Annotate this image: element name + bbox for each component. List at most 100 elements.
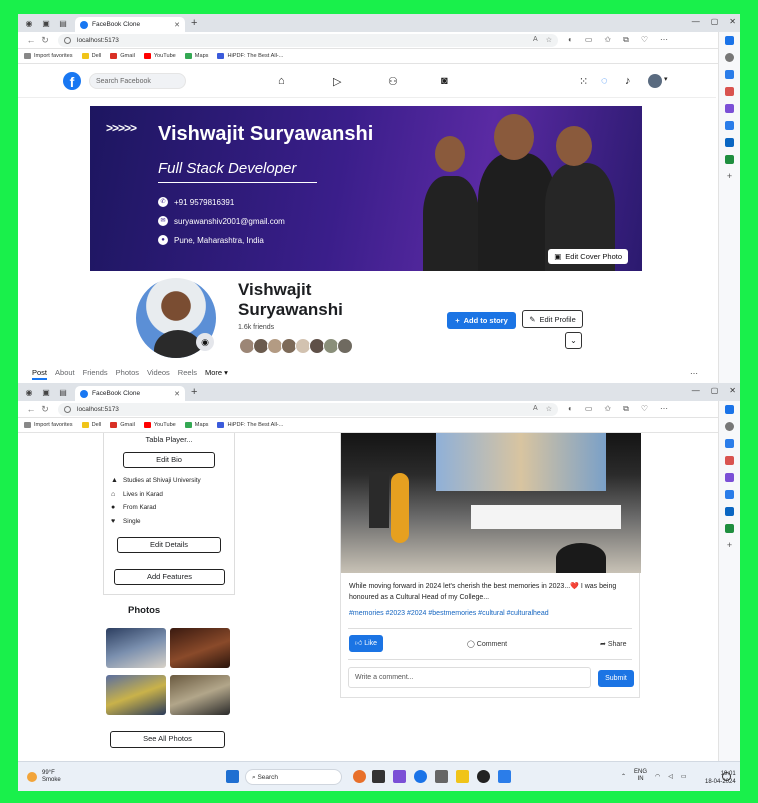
bookmark-item[interactable]: Gmail: [110, 422, 135, 428]
games-icon[interactable]: [725, 104, 734, 113]
tab-about[interactable]: About: [55, 368, 75, 380]
shopping-icon[interactable]: [725, 456, 734, 465]
bookmark-item[interactable]: YouTube: [143, 422, 176, 428]
tab-photos[interactable]: Photos: [116, 368, 139, 380]
split-screen-icon[interactable]: ▭: [585, 35, 593, 45]
comment-input[interactable]: Write a comment...: [348, 667, 591, 688]
photo-thumbnail[interactable]: [106, 675, 166, 715]
tab-friends[interactable]: Friends: [83, 368, 108, 380]
photo-thumbnail[interactable]: [106, 628, 166, 668]
teams-icon[interactable]: [393, 770, 406, 783]
tab-more[interactable]: More ▾: [205, 368, 228, 380]
post-image[interactable]: [341, 433, 641, 573]
vscode-icon[interactable]: [498, 770, 511, 783]
profile-more-dropdown[interactable]: ⌄: [565, 332, 582, 349]
split-screen-icon[interactable]: ▭: [585, 404, 593, 414]
games-icon[interactable]: [725, 473, 734, 482]
minimize-icon[interactable]: —: [692, 386, 700, 395]
favorites-icon[interactable]: ✩: [604, 35, 611, 45]
menu-grid-icon[interactable]: ⁙: [579, 75, 588, 88]
refresh-icon[interactable]: ↻: [38, 35, 52, 46]
close-window-icon[interactable]: ✕: [729, 386, 736, 395]
dell-icon[interactable]: [477, 770, 490, 783]
tab-actions-icon[interactable]: ▤: [57, 17, 69, 29]
notification-icon[interactable]: [722, 772, 731, 781]
notifications-bell-icon[interactable]: ♪: [625, 75, 631, 87]
profile-icon[interactable]: ◉: [23, 17, 35, 29]
friends-icon[interactable]: ⚇: [388, 75, 398, 88]
bookmark-item[interactable]: Import favorites: [24, 53, 73, 59]
tag-icon[interactable]: [725, 70, 734, 79]
info-icon[interactable]: [64, 36, 71, 44]
more-menu-icon[interactable]: ⋯: [660, 404, 668, 414]
collections-icon[interactable]: ⧉: [623, 35, 629, 45]
photo-thumbnail[interactable]: [170, 675, 230, 715]
more-menu-icon[interactable]: ⋯: [660, 35, 668, 45]
refresh-icon[interactable]: ↻: [38, 404, 52, 415]
browser-tab[interactable]: FaceBook Clone ✕: [75, 17, 185, 32]
tab-post[interactable]: Post: [32, 368, 48, 380]
read-aloud-icon[interactable]: A: [533, 405, 538, 413]
designer-icon[interactable]: [725, 155, 734, 164]
new-tab-button[interactable]: +: [191, 386, 197, 398]
tab-reels[interactable]: Reels: [178, 368, 197, 380]
extension-icon[interactable]: ◐: [568, 404, 573, 414]
add-sidebar-icon[interactable]: +: [725, 172, 734, 181]
account-dropdown-icon[interactable]: ▾: [664, 75, 668, 83]
file-explorer-icon[interactable]: [456, 770, 469, 783]
edit-bio-button[interactable]: Edit Bio: [123, 452, 215, 468]
url-field[interactable]: localhost:5173 A ☆: [58, 402, 558, 416]
designer-icon[interactable]: [725, 524, 734, 533]
profile-icon[interactable]: ◉: [23, 386, 35, 398]
battery-icon[interactable]: ▭: [681, 773, 687, 780]
photo-thumbnail[interactable]: [170, 628, 230, 668]
messenger-icon[interactable]: ◌: [601, 75, 608, 87]
bookmark-item[interactable]: YouTube: [143, 53, 176, 59]
edit-details-button[interactable]: Edit Details: [117, 537, 221, 553]
see-all-photos-button[interactable]: See All Photos: [110, 731, 225, 748]
minimize-icon[interactable]: —: [692, 17, 700, 26]
facebook-logo-icon[interactable]: f: [63, 72, 81, 90]
url-field[interactable]: localhost:5173 A ☆: [58, 33, 558, 47]
tab-actions-icon[interactable]: ▤: [57, 386, 69, 398]
edit-cover-photo-button[interactable]: ▣ Edit Cover Photo: [548, 249, 628, 264]
like-button[interactable]: 👍︎ Like: [349, 635, 383, 652]
favorite-star-icon[interactable]: ☆: [546, 36, 552, 44]
weather-widget[interactable]: 99°F Smoke: [27, 770, 61, 784]
info-icon[interactable]: [64, 405, 71, 413]
workspaces-icon[interactable]: ▣: [40, 17, 52, 29]
friends-count[interactable]: 1.6k friends: [238, 324, 274, 331]
search-icon[interactable]: [725, 53, 734, 62]
bookmark-item[interactable]: HiPDF: The Best All-...: [217, 53, 283, 59]
bookmark-item[interactable]: Import favorites: [24, 422, 73, 428]
extension-icon[interactable]: ◐: [568, 35, 573, 45]
avatar-camera-button[interactable]: ◉: [196, 333, 214, 351]
submit-comment-button[interactable]: Submit: [598, 670, 634, 687]
profile-options-icon[interactable]: ⋯: [690, 369, 698, 378]
copilot-icon[interactable]: [725, 405, 734, 414]
bookmark-item[interactable]: Gmail: [110, 53, 135, 59]
start-icon[interactable]: [226, 770, 239, 783]
chevron-up-icon[interactable]: ⌃: [621, 773, 626, 780]
tab-videos[interactable]: Videos: [147, 368, 170, 380]
back-icon[interactable]: ←: [24, 35, 38, 45]
volume-icon[interactable]: ◁: [668, 773, 673, 780]
browser-essentials-icon[interactable]: ♡: [641, 404, 648, 414]
account-avatar[interactable]: [648, 74, 662, 88]
comment-button[interactable]: ◯ Comment: [467, 640, 507, 648]
bookmark-item[interactable]: Dell: [81, 53, 101, 59]
browser-essentials-icon[interactable]: ♡: [641, 35, 648, 45]
add-sidebar-icon[interactable]: +: [725, 541, 734, 550]
taskbar-search[interactable]: ⌕ Search: [245, 769, 342, 785]
tag-icon[interactable]: [725, 439, 734, 448]
task-view-icon[interactable]: [372, 770, 385, 783]
facebook-search-input[interactable]: Search Facebook: [89, 73, 186, 89]
maximize-icon[interactable]: ▢: [711, 386, 719, 395]
home-icon[interactable]: ⌂: [278, 75, 285, 87]
close-window-icon[interactable]: ✕: [729, 17, 736, 26]
tools-icon[interactable]: [725, 121, 734, 130]
watch-icon[interactable]: ▷: [333, 75, 341, 88]
edge-icon[interactable]: [414, 770, 427, 783]
edit-profile-button[interactable]: ✎ Edit Profile: [522, 310, 583, 328]
wifi-icon[interactable]: ◠: [655, 773, 660, 780]
